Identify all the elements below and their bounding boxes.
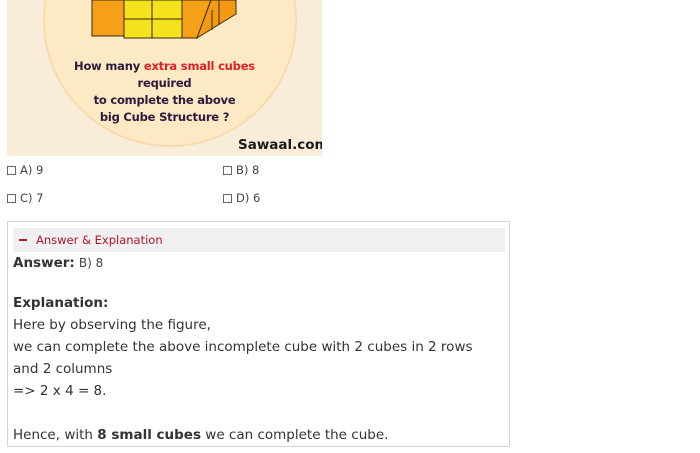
explanation-conclusion: Hence, with 8 small cubes we can complet… xyxy=(13,424,503,446)
option-d[interactable]: D) 6 xyxy=(223,191,260,205)
answer-label: Answer: xyxy=(13,255,75,271)
answer-value: B) 8 xyxy=(78,256,104,270)
option-c[interactable]: C) 7 xyxy=(7,191,44,205)
question-text-1: How many xyxy=(74,59,144,73)
question-line-2: to complete the above xyxy=(93,93,236,107)
option-b-label: B) 8 xyxy=(236,163,260,177)
page: How many extra small cubes required to c… xyxy=(0,0,700,453)
conclusion-bold: 8 small cubes xyxy=(97,427,201,443)
option-a-checkbox[interactable] xyxy=(7,165,16,175)
answer-toggle-label[interactable]: Answer & Explanation xyxy=(36,233,163,247)
conclusion-pre: Hence, with xyxy=(13,427,98,443)
option-d-checkbox[interactable] xyxy=(223,193,232,203)
question-line-3: big Cube Structure ? xyxy=(99,110,230,124)
answer-explanation-panel: Answer & Explanation Answer: B) 8 Explan… xyxy=(7,221,510,447)
explanation-line: we can complete the above incomplete cub… xyxy=(13,339,473,355)
option-a-label: A) 9 xyxy=(20,163,44,177)
collapse-minus-icon[interactable] xyxy=(19,239,27,241)
explanation-line: Here by observing the figure, xyxy=(13,317,211,333)
brand-watermark: Sawaal.com xyxy=(238,137,322,153)
option-c-checkbox[interactable] xyxy=(7,193,16,203)
explanation-line: => 2 x 4 = 8. xyxy=(13,383,107,399)
answer-line: Answer: B) 8 xyxy=(13,255,103,271)
puzzle-image: How many extra small cubes required to c… xyxy=(7,0,322,156)
conclusion-post: we can complete the cube. xyxy=(201,427,389,443)
explanation-line: and 2 columns xyxy=(13,361,113,377)
option-c-label: C) 7 xyxy=(20,191,44,205)
question-highlight: extra small cubes xyxy=(143,59,255,73)
puzzle-question: How many extra small cubes required to c… xyxy=(47,58,282,126)
explanation: Explanation: Here by observing the figur… xyxy=(13,292,503,446)
option-b-checkbox[interactable] xyxy=(223,165,232,175)
question-text-2: required xyxy=(137,76,192,90)
option-d-label: D) 6 xyxy=(236,191,261,205)
option-a[interactable]: A) 9 xyxy=(7,163,43,177)
answer-toggle[interactable]: Answer & Explanation xyxy=(13,228,505,252)
option-b[interactable]: B) 8 xyxy=(223,163,259,177)
explanation-label: Explanation: xyxy=(13,295,109,311)
